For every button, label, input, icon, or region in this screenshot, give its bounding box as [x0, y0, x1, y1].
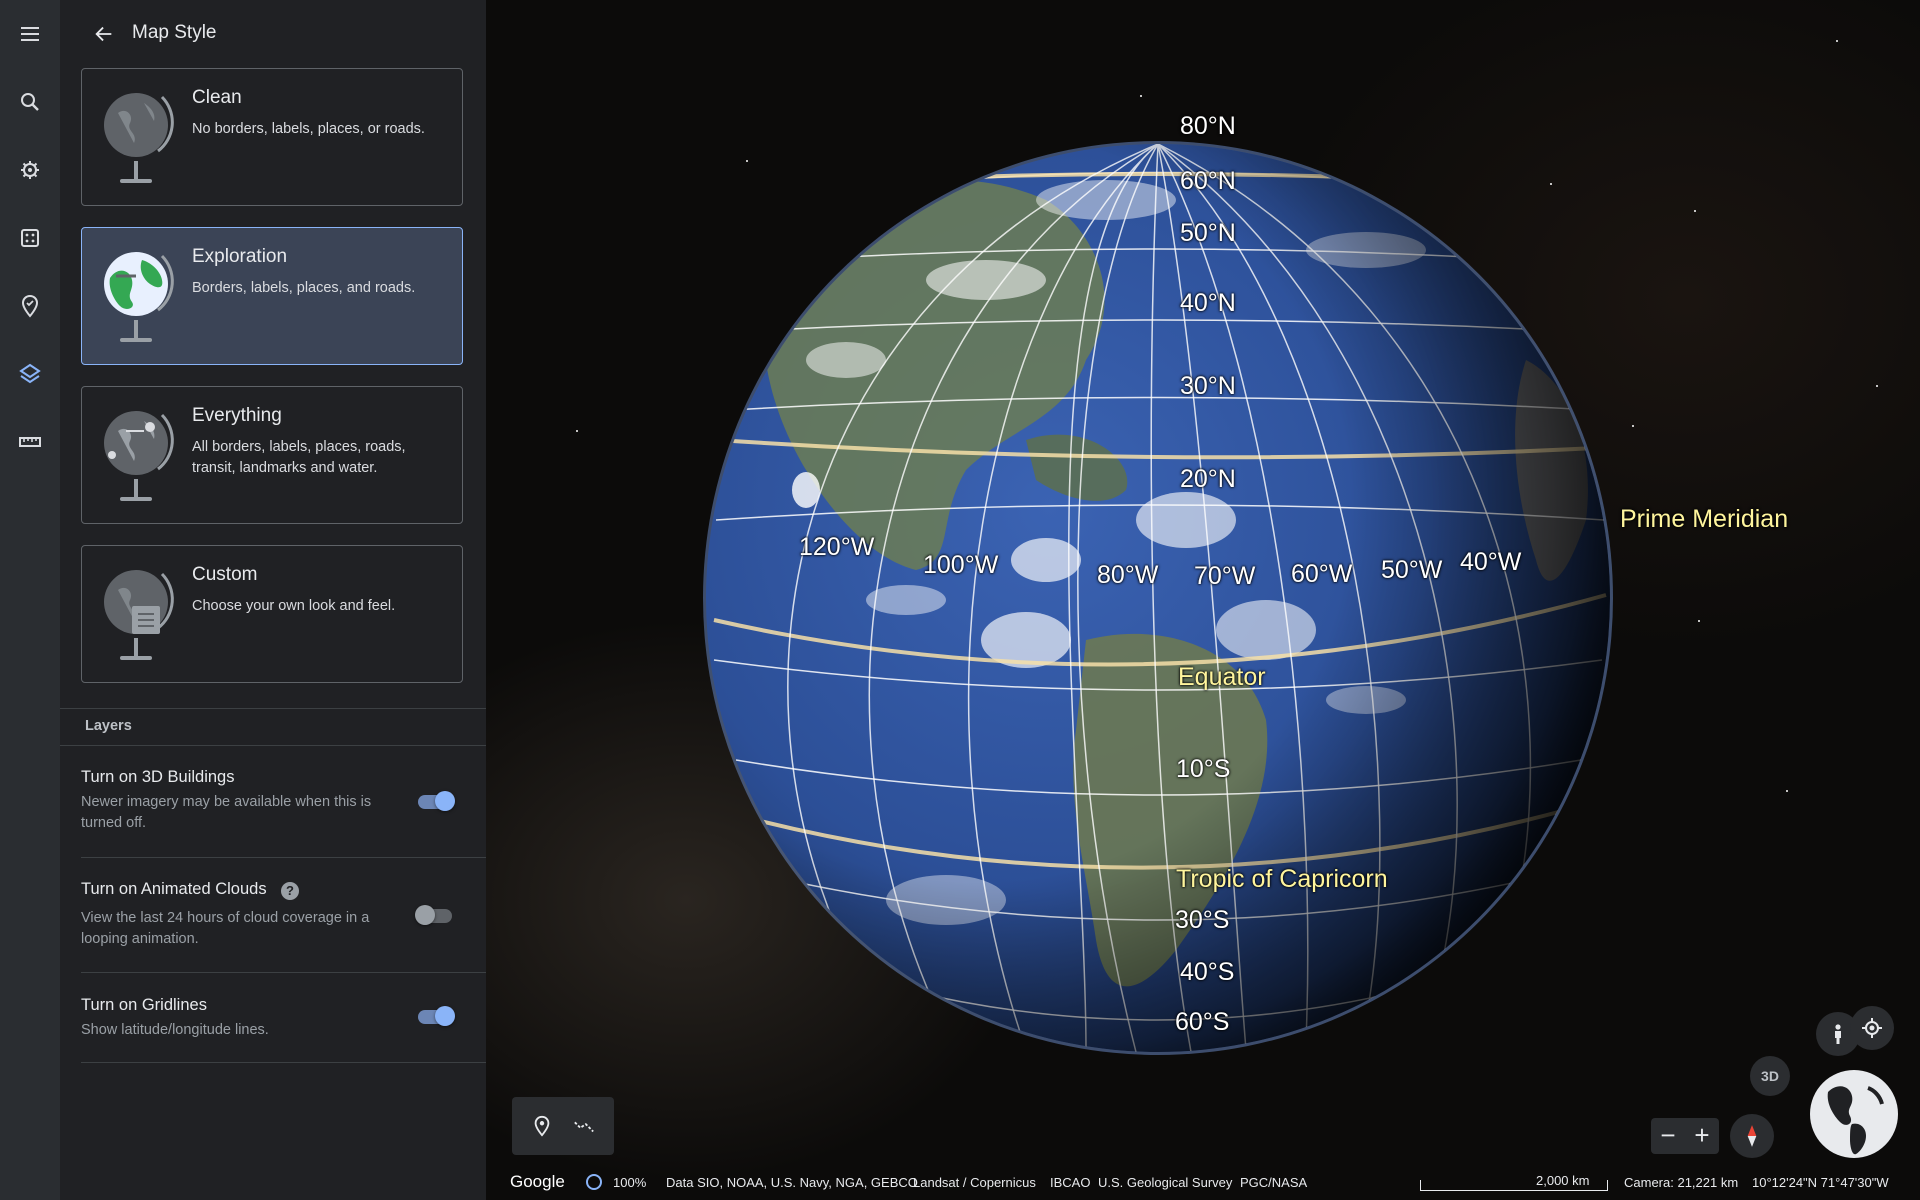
lon-label: 60°W [1291, 560, 1353, 588]
lon-label: 100°W [923, 551, 999, 579]
lat-label: 30°S [1175, 906, 1230, 934]
attribution[interactable]: Landsat / Copernicus [913, 1175, 1036, 1190]
toggle-animated-clouds[interactable] [415, 904, 455, 926]
zoom-out-button[interactable]: − [1651, 1118, 1685, 1154]
divider [81, 857, 486, 858]
lat-label: 60°S [1175, 1008, 1230, 1036]
map-style-panel: Map Style Clean No borders, labels, plac… [60, 0, 486, 1200]
attribution[interactable]: U.S. Geological Survey [1098, 1175, 1232, 1190]
card-desc: No borders, labels, places, or roads. [192, 121, 425, 137]
toggle-3d-buildings[interactable] [415, 790, 455, 812]
projects-icon[interactable] [12, 288, 48, 324]
map-view[interactable]: 80°N 60°N 50°N 40°N 30°N 20°N 10°S 30°S … [486, 0, 1920, 1200]
zoom-control: − + [1651, 1118, 1719, 1154]
menu-icon[interactable] [12, 16, 48, 52]
scale-label: 2,000 km [1536, 1173, 1590, 1188]
tropic-of-capricorn-label: Tropic of Capricorn [1176, 865, 1388, 893]
draw-path-icon[interactable] [570, 1112, 598, 1140]
layer-animated-clouds: Turn on Animated Clouds ? View the last … [81, 880, 486, 970]
lon-label: 40°W [1460, 548, 1522, 576]
equator-label: Equator [1178, 663, 1266, 691]
prime-meridian-label: Prime Meridian [1620, 505, 1789, 533]
divider [81, 972, 486, 973]
globe-icon [104, 411, 174, 501]
attribution[interactable]: PGC/NASA [1240, 1175, 1307, 1190]
view-3d-button[interactable]: 3D [1750, 1056, 1790, 1096]
layer-title: Turn on Gridlines [81, 996, 207, 1014]
globe-icon [104, 252, 174, 342]
lat-label: 40°S [1180, 958, 1235, 986]
google-logo: Google [510, 1172, 565, 1191]
dice-icon[interactable] [12, 220, 48, 256]
layers-section-header: Layers [60, 708, 486, 746]
back-arrow-icon[interactable] [90, 20, 118, 48]
search-icon[interactable] [12, 84, 48, 120]
card-title: Clean [192, 87, 242, 108]
lat-label: 80°N [1180, 112, 1236, 140]
layer-desc: Show latitude/longitude lines. [81, 1022, 269, 1038]
card-title: Everything [192, 405, 282, 426]
card-desc: All borders, labels, places, roads, tran… [192, 439, 406, 476]
layer-desc: Newer imagery may be available when this… [81, 794, 372, 831]
layers-label: Layers [85, 718, 132, 734]
lon-label: 80°W [1097, 561, 1159, 589]
toggle-gridlines[interactable] [415, 1005, 455, 1027]
panel-title: Map Style [132, 22, 217, 43]
loading-ring-icon [586, 1174, 602, 1190]
layer-desc: View the last 24 hours of cloud coverage… [81, 910, 370, 947]
style-card-everything[interactable]: Everything All borders, labels, places, … [81, 386, 463, 524]
layer-3d-buildings: Turn on 3D Buildings Newer imagery may b… [81, 768, 486, 858]
attribution[interactable]: IBCAO [1050, 1175, 1090, 1190]
mini-globe-icon[interactable] [1808, 1068, 1900, 1160]
my-location-icon[interactable] [1850, 1006, 1894, 1050]
divider [81, 1062, 486, 1063]
style-card-custom[interactable]: Custom Choose your own look and feel. [81, 545, 463, 683]
globe-icon [104, 570, 174, 660]
layer-gridlines: Turn on Gridlines Show latitude/longitud… [81, 996, 486, 1056]
lon-label: 50°W [1381, 556, 1443, 584]
style-card-clean[interactable]: Clean No borders, labels, places, or roa… [81, 68, 463, 206]
lat-label: 20°N [1180, 465, 1236, 493]
ruler-icon[interactable] [12, 424, 48, 460]
card-title: Exploration [192, 246, 288, 267]
lat-label: 50°N [1180, 219, 1236, 247]
voyager-icon[interactable] [12, 152, 48, 188]
lon-label: 120°W [799, 533, 875, 561]
help-icon[interactable]: ? [281, 882, 299, 900]
panel-header: Map Style [60, 0, 486, 68]
layers-icon[interactable] [12, 356, 48, 392]
lat-label: 30°N [1180, 372, 1236, 400]
card-title: Custom [192, 564, 258, 585]
style-card-exploration[interactable]: Exploration Borders, labels, places, and… [81, 227, 463, 365]
lat-label: 60°N [1180, 167, 1236, 195]
coordinates: 10°12'24"N 71°47'30"W [1752, 1175, 1889, 1190]
add-placemark-icon[interactable] [528, 1112, 556, 1140]
nav-rail [0, 0, 60, 1200]
camera-altitude: Camera: 21,221 km [1624, 1175, 1739, 1190]
layer-title: Turn on Animated Clouds [81, 880, 267, 898]
zoom-in-button[interactable]: + [1685, 1118, 1719, 1154]
globe-icon [104, 93, 174, 183]
status-bar: Google 100% Data SIO, NOAA, U.S. Navy, N… [486, 1166, 1920, 1200]
compass-icon[interactable] [1730, 1114, 1774, 1158]
lat-label: 40°N [1180, 289, 1236, 317]
lat-label: 10°S [1176, 755, 1231, 783]
layer-title: Turn on 3D Buildings [81, 768, 235, 786]
attribution[interactable]: Data SIO, NOAA, U.S. Navy, NGA, GEBCO [666, 1175, 918, 1190]
map-tools [512, 1097, 614, 1155]
lon-label: 70°W [1194, 562, 1256, 590]
load-percent: 100% [613, 1175, 647, 1190]
card-desc: Borders, labels, places, and roads. [192, 280, 416, 296]
card-desc: Choose your own look and feel. [192, 598, 396, 614]
